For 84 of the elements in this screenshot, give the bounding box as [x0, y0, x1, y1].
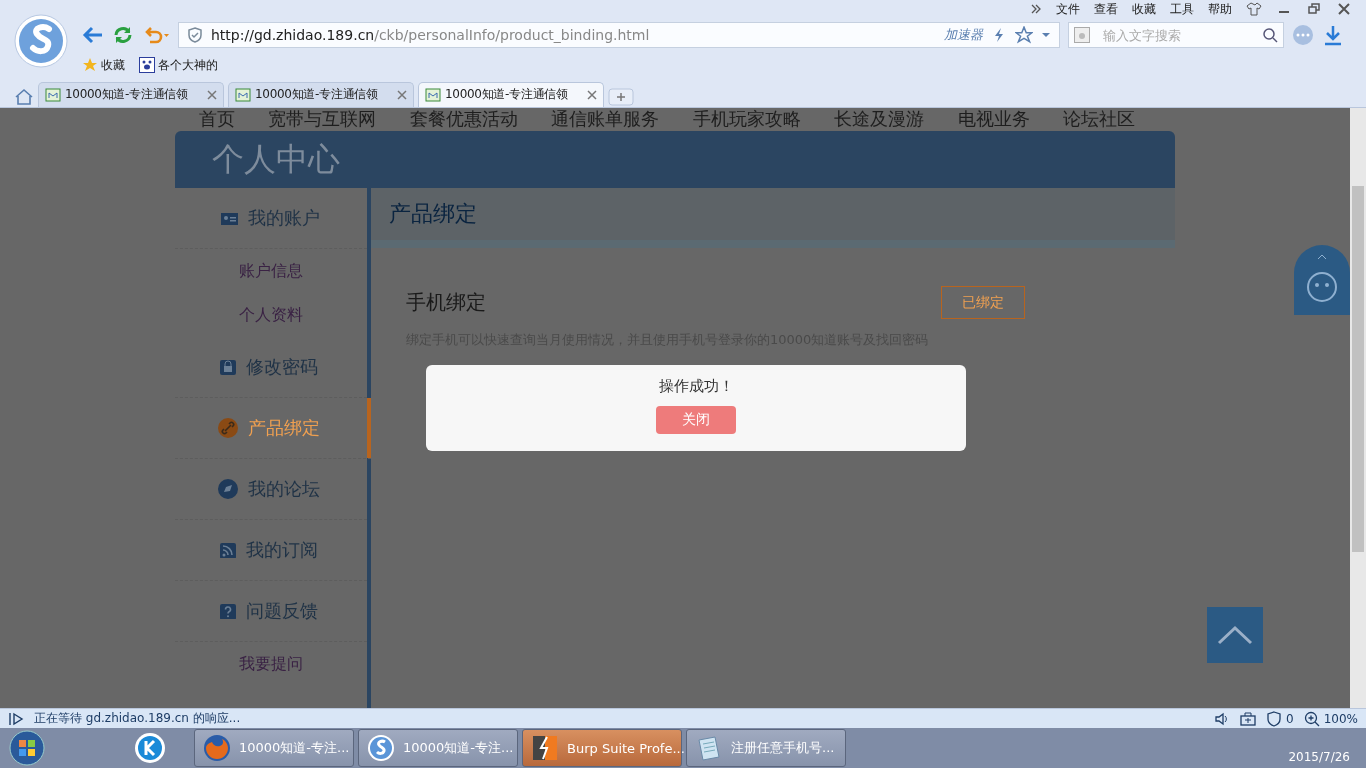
ad-block-count: 0	[1286, 711, 1294, 726]
taskbar-button[interactable]: 10000知道-专注...	[194, 729, 354, 767]
sidebar-item[interactable]: 我的论坛	[175, 459, 367, 520]
play-icon[interactable]	[8, 710, 24, 727]
sidebar-item[interactable]: 我要提问	[175, 642, 367, 686]
link-icon	[218, 418, 238, 438]
page-favicon-icon	[45, 86, 61, 103]
search-icon[interactable]	[1262, 27, 1278, 43]
sidebar-item[interactable]: 我的订阅	[175, 520, 367, 581]
close-icon[interactable]	[587, 89, 597, 100]
sidebar-item[interactable]: 产品绑定	[175, 398, 371, 459]
card-title: 手机绑定	[406, 289, 486, 316]
star-icon[interactable]	[1015, 26, 1033, 44]
nav-link[interactable]: 长途及漫游	[834, 108, 925, 131]
nav-link[interactable]: 手机玩家攻略	[692, 108, 801, 131]
fox-globe-icon	[203, 734, 231, 762]
download-icon[interactable]	[1322, 24, 1344, 46]
sidebar-item[interactable]: 个人资料	[175, 293, 367, 337]
sidebar-item[interactable]: 账户信息	[175, 249, 367, 293]
close-icon[interactable]	[207, 89, 217, 100]
rss-icon	[218, 542, 236, 558]
refresh-icon[interactable]	[112, 24, 134, 46]
dialog-message: 操作成功！	[658, 377, 734, 396]
browser-tab[interactable]: 10000知道-专注通信领	[38, 81, 224, 107]
caret-icon[interactable]	[1041, 30, 1051, 40]
nav-link[interactable]: 宽带与互联网	[268, 108, 377, 131]
chevron-up-icon	[1217, 625, 1253, 645]
lock-icon	[218, 359, 236, 375]
star-icon	[82, 57, 98, 73]
bookmark-link[interactable]: 收藏	[82, 56, 125, 74]
menu-item[interactable]: 收藏	[1132, 0, 1156, 18]
browser-logo-icon	[14, 14, 68, 68]
lightning-icon	[531, 734, 559, 762]
help-icon	[218, 603, 236, 619]
date-text: 2015/7/26	[1288, 750, 1350, 764]
sidebar-item[interactable]: 我的账户	[175, 188, 367, 249]
menu-item[interactable]: 查看	[1094, 0, 1118, 18]
zoom-level[interactable]: 100%	[1323, 711, 1358, 726]
nav-link[interactable]: 套餐优惠活动	[409, 108, 518, 131]
shield-icon[interactable]	[1266, 710, 1283, 727]
id-card-icon	[218, 210, 238, 226]
start-orb-icon[interactable]	[8, 729, 46, 767]
address-bar[interactable]: http://gd.zhidao.189.cn/ckb/personalInfo/product_binding.html 加速器	[178, 22, 1060, 48]
page-title: 个人中心	[212, 138, 340, 180]
page-favicon-icon	[235, 86, 251, 103]
shirt-icon[interactable]	[1246, 1, 1262, 17]
k-logo-icon[interactable]	[134, 732, 166, 764]
browser-tab[interactable]: 10000知道-专注通信领	[228, 81, 414, 107]
restore-icon[interactable]	[1306, 1, 1322, 17]
search-field[interactable]: 输入文字搜索	[1068, 22, 1284, 48]
s-logo-icon	[367, 734, 395, 762]
taskbar-button[interactable]: 注册任意手机号...	[686, 729, 846, 767]
shield-icon	[187, 27, 203, 43]
page-favicon-icon	[425, 86, 441, 103]
browser-tab[interactable]: 10000知道-专注通信领	[418, 81, 604, 107]
back-to-top-button[interactable]	[1207, 607, 1263, 663]
nav-link[interactable]: 电视业务	[957, 108, 1030, 131]
nav-link[interactable]: 通信账单服务	[551, 108, 660, 131]
scrollbar[interactable]	[1350, 108, 1366, 708]
new-tab-icon[interactable]	[608, 86, 634, 107]
zoom-icon[interactable]	[1303, 710, 1320, 727]
notepad-icon	[695, 734, 723, 762]
taskbar-button[interactable]: 10000知道-专注...	[358, 729, 518, 767]
nav-link[interactable]: 首页	[199, 108, 235, 131]
toolbox-icon[interactable]	[1240, 710, 1257, 727]
chevrons-icon[interactable]	[1030, 3, 1042, 15]
close-icon[interactable]	[1336, 1, 1352, 17]
section-title: 产品绑定	[389, 200, 477, 228]
close-icon[interactable]	[397, 89, 407, 100]
mascot-widget[interactable]	[1294, 245, 1350, 315]
url-text: http://gd.zhidao.189.cn/ckb/personalInfo/product_binding.html	[211, 27, 651, 43]
bound-status-button[interactable]: 已绑定	[941, 286, 1025, 319]
menu-item[interactable]: 工具	[1170, 0, 1194, 18]
close-button[interactable]: 关闭	[656, 406, 736, 434]
accelerator-label[interactable]: 加速器	[944, 26, 983, 44]
home-icon[interactable]	[14, 86, 34, 107]
menu-item[interactable]: 帮助	[1208, 0, 1232, 18]
status-text: 正在等待 gd.zhidao.189.cn 的响应...	[34, 710, 242, 727]
sidebar-item[interactable]: 修改密码	[175, 337, 367, 398]
nav-link[interactable]: 论坛社区	[1062, 108, 1135, 131]
bookmark-link[interactable]: 各个大神的	[139, 56, 218, 74]
menu-item[interactable]: 文件	[1056, 0, 1080, 18]
sidebar-item[interactable]: 问题反馈	[175, 581, 367, 642]
back-arrow-icon[interactable]	[82, 24, 104, 46]
